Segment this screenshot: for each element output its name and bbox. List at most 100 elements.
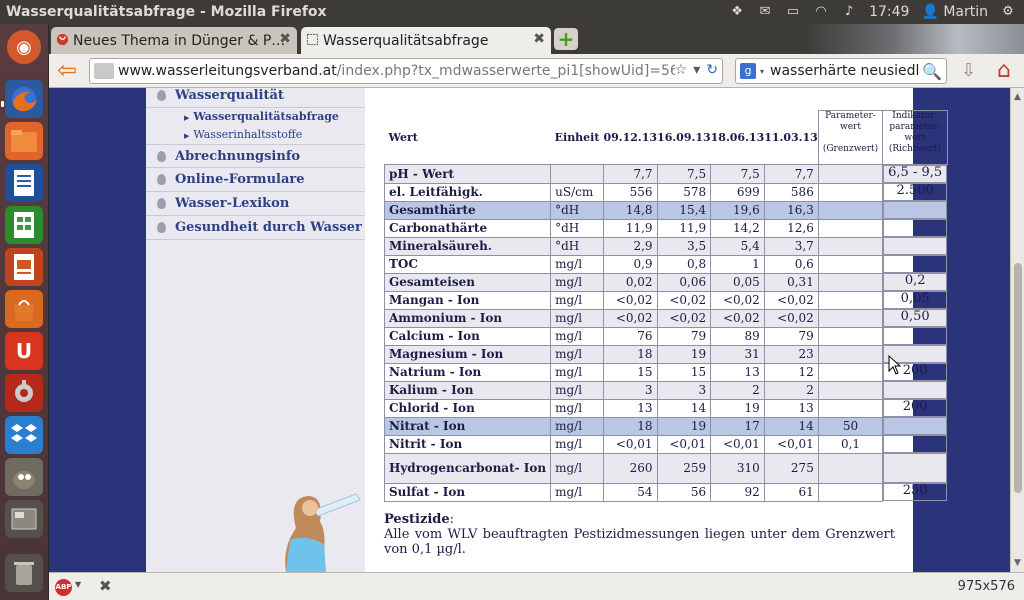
cell-value: 0,06 <box>656 272 712 292</box>
window-dimensions: 975x576 <box>957 579 1015 594</box>
tab-duenger[interactable]: Neues Thema in Dünger & P… ✖ <box>51 27 297 54</box>
cell-limit <box>817 218 884 238</box>
nav-item-label: Wasserqualität <box>175 88 284 103</box>
cell-value: 556 <box>602 182 658 202</box>
calc-launcher-icon[interactable] <box>5 206 43 244</box>
google-engine-icon[interactable]: g <box>740 63 756 79</box>
table-row: TOC mg/l 0,9 0,8 1 0,6 <box>383 254 948 274</box>
cell-value: 0,8 <box>656 254 712 274</box>
search-icon[interactable]: 🔍 <box>922 61 946 81</box>
cell-value: 0,6 <box>763 254 819 274</box>
nav-item-wasserqualitaet[interactable]: Wasserqualität <box>146 88 365 108</box>
table-row: Gesamthärte °dH 14,8 15,4 19,6 16,3 <box>383 200 948 220</box>
cell-value: 275 <box>763 452 819 484</box>
adblock-dropdown-icon[interactable]: ▼ <box>75 580 81 589</box>
cell-unit: mg/l <box>550 308 604 328</box>
cell-parameter: Magnesium - Ion <box>383 344 552 364</box>
cell-unit: mg/l <box>550 344 604 364</box>
vertical-scrollbar[interactable]: ▲ ▼ <box>1010 88 1024 572</box>
cell-parameter: Mineralsäureh. <box>383 236 552 256</box>
cell-value: 19 <box>710 398 765 418</box>
files-launcher-icon[interactable] <box>5 122 43 160</box>
cell-value: 11,9 <box>656 218 712 238</box>
impress-launcher-icon[interactable] <box>5 248 43 286</box>
table-row: pH - Wert 7,7 7,5 7,5 7,7 6,5 - 9,5 <box>383 164 948 184</box>
volume-indicator-icon[interactable]: ♪ <box>841 5 857 19</box>
table-row: Hydrogencarbonat- Ion mg/l 260 259 310 275 <box>383 452 948 484</box>
close-tab-icon[interactable]: ✖ <box>533 31 545 47</box>
reload-icon[interactable]: ↻ <box>706 62 718 78</box>
system-settings-launcher-icon[interactable] <box>5 374 43 412</box>
cell-value: 2,9 <box>602 236 658 256</box>
cell-unit: mg/l <box>550 326 604 346</box>
dropbox-indicator-icon[interactable]: ❖ <box>729 5 745 19</box>
nav-item-abrechnungsinfo[interactable]: Abrechnungsinfo <box>146 144 365 168</box>
wifi-indicator-icon[interactable]: ◠ <box>813 5 829 19</box>
header-line: parameter- <box>889 122 941 132</box>
header-indikatorwert: Indikator- parameter- wert (Richtwert) <box>882 110 948 165</box>
software-center-launcher-icon[interactable] <box>5 290 43 328</box>
user-menu[interactable]: 👤 Martin <box>921 4 988 20</box>
subnav-label: Wasserinhaltsstoffe <box>193 128 303 141</box>
search-input[interactable]: wasserhärte neusiedl <box>770 63 919 79</box>
back-arrow-icon[interactable]: ⇦ <box>53 58 81 84</box>
cell-parameter: Ammonium - Ion <box>383 308 552 328</box>
engine-dropdown-icon[interactable]: ▾ <box>760 67 764 76</box>
cell-value: 13 <box>763 398 819 418</box>
search-bar[interactable]: g ▾ wasserhärte neusiedl 🔍 <box>735 58 947 84</box>
home-icon[interactable]: ⌂ <box>991 58 1017 84</box>
session-gear-icon[interactable]: ⚙ <box>1000 5 1016 19</box>
cell-value: <0,02 <box>602 308 658 328</box>
bookmark-star-icon[interactable]: ☆ <box>675 62 688 78</box>
mouse-pointer-icon <box>888 355 902 375</box>
scroll-up-arrow-icon[interactable]: ▲ <box>1014 92 1021 102</box>
dash-home-icon[interactable]: ◉ <box>7 30 41 64</box>
clock[interactable]: 17:49 <box>869 4 909 20</box>
url-bar[interactable]: www.wasserleitungsverband.at/index.php?t… <box>89 58 723 84</box>
subnav-item-inhaltsstoffe[interactable]: ▶ Wasserinhaltsstoffe <box>184 128 302 141</box>
nav-item-wasser-lexikon[interactable]: Wasser-Lexikon <box>146 192 365 216</box>
dropbox-launcher-icon[interactable] <box>5 416 43 454</box>
subnav-item-abfrage[interactable]: ▶ Wasserqualitätsabfrage <box>184 110 339 123</box>
scroll-thumb[interactable] <box>1014 263 1022 493</box>
cell-value: 79 <box>763 326 819 346</box>
cell-value: 0,05 <box>710 272 765 292</box>
history-dropdown-icon[interactable]: ▾ <box>693 62 700 78</box>
trash-launcher-icon[interactable] <box>5 554 43 592</box>
ubuntu-one-launcher-icon[interactable]: U <box>5 332 43 370</box>
close-tab-icon[interactable]: ✖ <box>279 31 291 47</box>
running-pip <box>1 101 4 107</box>
arrow-right-icon: ▶ <box>184 132 190 140</box>
downloads-arrow-icon[interactable]: ⇩ <box>961 60 976 81</box>
cell-limit <box>817 236 884 256</box>
cell-value: 19,6 <box>710 200 765 220</box>
battery-indicator-icon[interactable]: ▭ <box>785 5 801 19</box>
nav-item-online-formulare[interactable]: Online-Formulare <box>146 168 365 192</box>
adblock-plus-icon[interactable]: ABP <box>55 579 72 596</box>
water-drop-icon <box>157 222 166 233</box>
cell-limit <box>817 398 884 418</box>
cell-parameter: Hydrogencarbonat- Ion <box>383 452 552 484</box>
close-icon[interactable]: ✖ <box>99 577 112 595</box>
persona-theme-image <box>804 24 1024 54</box>
site-identity-icon[interactable] <box>94 63 114 79</box>
header-einheit: Einheit <box>554 130 600 144</box>
tab-label: Wasserqualitätsabfrage <box>323 32 489 49</box>
cell-indicator: 0,2 <box>883 273 948 291</box>
nav-item-gesundheit[interactable]: Gesundheit durch Wasser <box>146 216 365 240</box>
gimp-launcher-icon[interactable] <box>5 458 43 496</box>
writer-launcher-icon[interactable] <box>5 164 43 202</box>
new-tab-button[interactable]: + <box>554 28 578 50</box>
cell-limit <box>817 326 884 346</box>
cell-parameter: Nitrit - Ion <box>383 434 552 454</box>
cell-value: <0,02 <box>710 290 765 310</box>
status-bar: ABP ▼ ✖ 975x576 <box>49 572 1024 600</box>
tab-wasserqualitaet[interactable]: Wasserqualitätsabfrage ✖ <box>301 27 551 54</box>
header-wert: Wert <box>388 130 418 144</box>
cell-indicator: 0,50 <box>883 309 948 327</box>
firefox-launcher-icon[interactable] <box>5 80 43 118</box>
user-icon: 👤 <box>921 4 939 20</box>
mail-indicator-icon[interactable]: ✉ <box>757 5 773 19</box>
workspace-switcher-icon[interactable] <box>5 500 43 538</box>
scroll-down-arrow-icon[interactable]: ▼ <box>1014 558 1021 568</box>
